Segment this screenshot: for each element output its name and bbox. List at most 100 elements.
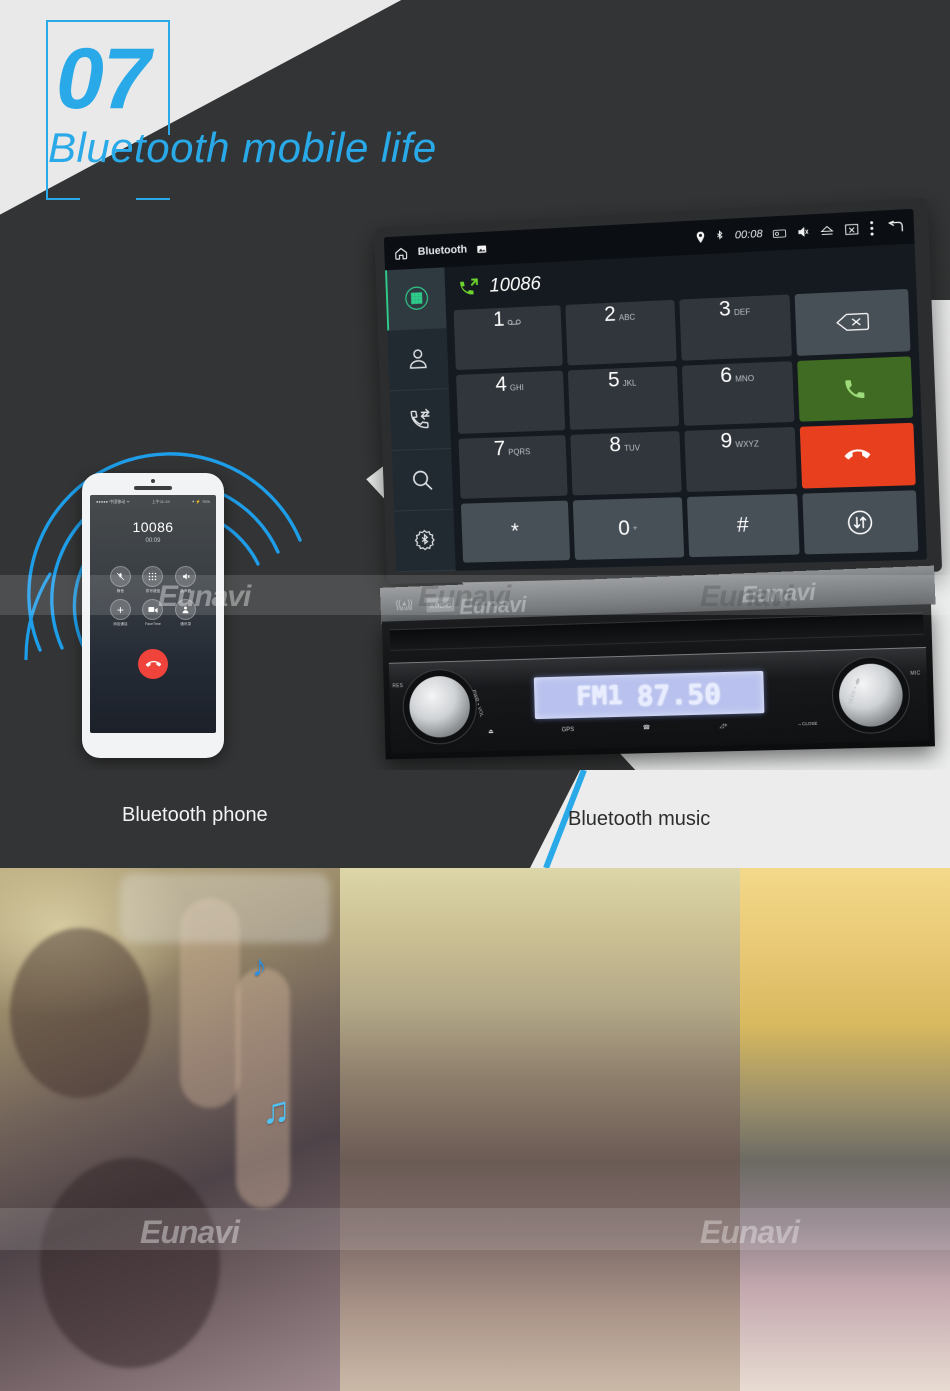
photo-figure-two <box>40 1158 220 1368</box>
mic-label: MIC <box>910 670 921 677</box>
bluetooth-body: 10086 1 2 ABC 3 DEF 4 GHI 5 JKL 6 MNO 7 … <box>385 243 928 573</box>
eject-icon[interactable] <box>820 224 835 237</box>
key-letters: + <box>632 523 638 533</box>
key-digit: 9 <box>720 429 733 453</box>
sidebar-item-bluetooth-settings[interactable] <box>394 510 456 573</box>
res-label: RES <box>392 683 404 690</box>
key-digit: * <box>510 519 520 543</box>
watermark-center: Eunavi <box>418 580 511 613</box>
car-head-unit-bluetooth: Bluetooth 00:08 10086 1 2 ABC 3 DEF 4 GH… <box>355 197 945 765</box>
camera-icon[interactable] <box>773 228 787 239</box>
disc-slot <box>389 612 924 651</box>
phone-action-label: 通讯录 <box>180 622 192 626</box>
key-letters: DEF <box>733 307 751 318</box>
back-arrow-icon[interactable] <box>885 220 904 235</box>
gps-button[interactable]: GPS <box>562 727 575 733</box>
phone-speaker <box>134 486 172 490</box>
key-digit: 3 <box>718 297 732 321</box>
watermark-right: Eunavi <box>700 580 793 613</box>
eject-button[interactable]: ⏏ <box>488 728 494 735</box>
key-digit: 0 <box>617 516 631 540</box>
head-unit-faceplate: RES PWR • VOL FM1 87.50 SEEK • ◀▶ MIC ⏏ … <box>381 604 935 760</box>
sidebar-item-dialpad[interactable] <box>385 267 447 331</box>
key-5[interactable]: 5 JKL <box>567 365 679 430</box>
sidebar-item-search[interactable] <box>391 449 454 512</box>
bluetooth-screen: Bluetooth 00:08 10086 1 2 ABC 3 DEF 4 GH… <box>383 208 928 573</box>
key-star[interactable]: * <box>460 500 570 563</box>
key-letters: ABC <box>618 312 636 323</box>
key-8[interactable]: 8 TUV <box>570 431 682 495</box>
key-letters: WXYZ <box>735 439 760 450</box>
screen-off-icon[interactable] <box>844 223 859 236</box>
phone-status-bar: ●●●●● 中国移动 ᯤ 上午11:19 ✶ ⚡ 76% <box>90 495 216 505</box>
key-digit: 4 <box>495 372 508 396</box>
close-button[interactable]: ↔CLOSE <box>797 721 817 727</box>
phone-action-label: FaceTime <box>145 622 161 626</box>
watermark-left: Eunavi <box>158 580 251 613</box>
key-3[interactable]: 3 DEF <box>678 294 793 361</box>
backspace-button[interactable] <box>794 288 911 356</box>
key-hash[interactable]: # <box>686 493 800 558</box>
home-icon[interactable] <box>394 245 409 260</box>
key-digit: 6 <box>719 363 733 387</box>
lifestyle-photo-section: ♪ ♫ Music <box>0 868 950 1391</box>
phone-action-label: 添加通话 <box>113 622 128 626</box>
key-digit: 2 <box>603 302 617 327</box>
pwr-vol-label: PWR • VOL <box>470 689 485 719</box>
key-digit: 8 <box>608 433 622 457</box>
location-pin-icon <box>696 231 706 244</box>
clock: 00:08 <box>734 228 763 242</box>
dialed-number: 10086 <box>489 273 542 297</box>
key-6[interactable]: 6 MNO <box>681 360 795 426</box>
dialpad-keys: 1 2 ABC 3 DEF 4 GHI 5 JKL 6 MNO 7 PQRS 8… <box>446 288 927 571</box>
mute-icon[interactable] <box>796 226 810 239</box>
key-digit: 5 <box>607 367 621 392</box>
hangup-button[interactable] <box>800 422 916 489</box>
overflow-menu-icon[interactable] <box>869 220 875 237</box>
outgoing-call-icon <box>460 278 478 295</box>
phone-camera-icon <box>151 479 155 483</box>
phone-button[interactable]: ☎ <box>643 724 651 731</box>
caption-bluetooth-phone: Bluetooth phone <box>122 804 268 826</box>
key-letters: JKL <box>622 378 637 388</box>
voicemail-icon <box>507 318 521 328</box>
key-4[interactable]: 4 GHI <box>456 370 565 434</box>
photo-figure-arm-two <box>236 968 290 1208</box>
watermark-left: Eunavi <box>140 1214 240 1250</box>
pwr-vol-knob[interactable] <box>408 675 471 739</box>
section-number-badge: 07 <box>46 20 170 200</box>
sidebar-item-contacts[interactable] <box>387 327 449 391</box>
bluetooth-icon <box>715 230 725 244</box>
seek-knob[interactable] <box>838 662 904 728</box>
key-digit: # <box>736 513 750 537</box>
key-7[interactable]: 7 PQRS <box>458 435 568 499</box>
key-letters: MNO <box>734 373 755 384</box>
lcd-frequency: 87.50 <box>636 676 722 712</box>
smartphone-mockup: ●●●●● 中国移动 ᯤ 上午11:19 ✶ ⚡ 76% 10086 00:09… <box>82 473 224 758</box>
caption-left-bg <box>0 770 580 868</box>
watermark-right: Eunavi <box>700 1214 800 1250</box>
sidebar-item-call-history[interactable] <box>389 388 452 452</box>
head-unit-screen-shell: Bluetooth 00:08 10086 1 2 ABC 3 DEF 4 GH… <box>373 197 943 585</box>
audio-transfer-button[interactable] <box>802 489 919 555</box>
photo-car-window <box>120 873 330 943</box>
key-2[interactable]: 2 ABC <box>565 299 677 365</box>
faceplate-controls: RES PWR • VOL FM1 87.50 SEEK • ◀▶ MIC ⏏ … <box>388 646 929 754</box>
call-button[interactable] <box>797 355 914 422</box>
phone-call-timer: 00:09 <box>145 538 161 544</box>
key-9[interactable]: 9 WXYZ <box>683 426 798 492</box>
key-digit: 1 <box>492 307 505 331</box>
music-note-decoration-two: ♫ <box>262 1090 291 1132</box>
screen-title: Bluetooth <box>417 243 468 258</box>
angle-button[interactable]: ◿+ <box>719 722 727 729</box>
phone-hangup-button[interactable] <box>138 649 168 679</box>
music-note-decoration-one: ♪ <box>252 950 267 983</box>
key-digit: 7 <box>493 437 506 461</box>
bluetooth-main: 10086 1 2 ABC 3 DEF 4 GHI 5 JKL 6 MNO 7 … <box>444 244 927 571</box>
screenshot-icon[interactable] <box>477 243 488 254</box>
key-1[interactable]: 1 <box>453 305 563 370</box>
phone-time: 上午11:19 <box>151 499 170 504</box>
key-0[interactable]: 0 + <box>572 496 684 560</box>
radio-lcd-display: FM1 87.50 <box>533 670 765 720</box>
page-title: Bluetooth mobile life <box>48 124 437 171</box>
